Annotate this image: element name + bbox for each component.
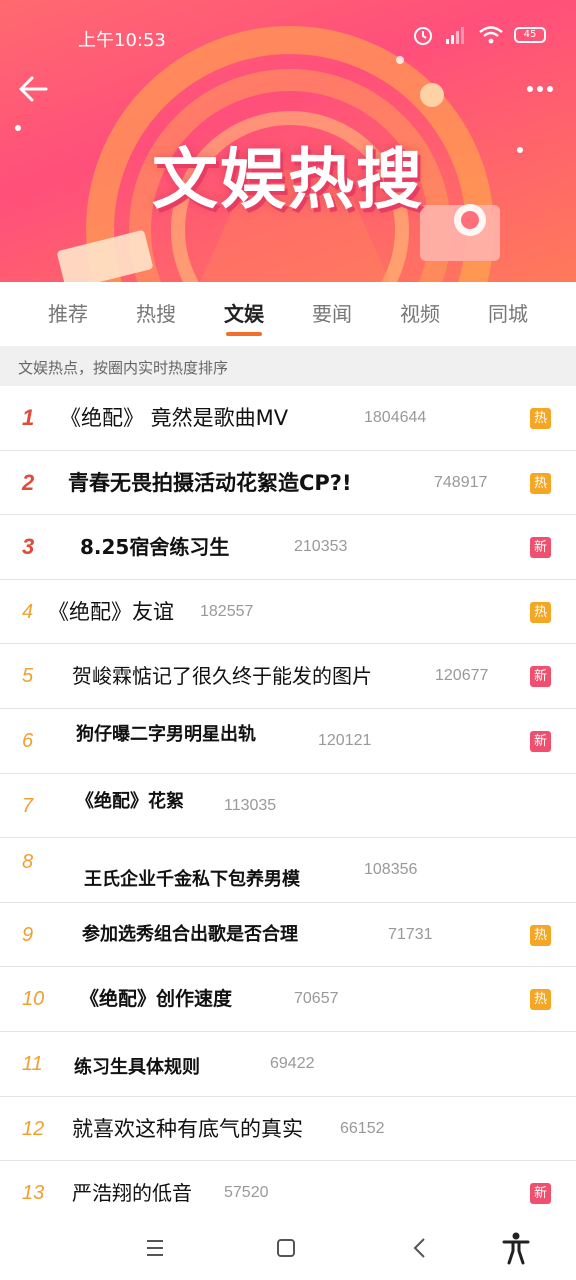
list-item[interactable]: 4 《绝配》友谊 182557 热 — [0, 579, 576, 645]
accessibility-button[interactable] — [498, 1230, 534, 1266]
rank-number: 2 — [22, 469, 35, 495]
item-title: 《绝配》花絮 — [76, 790, 184, 812]
item-title: 8.25宿舍练习生 — [80, 535, 230, 560]
list-item[interactable]: 12 就喜欢这种有底气的真实 66152 — [0, 1096, 576, 1162]
signal-icon — [446, 27, 464, 44]
rank-number: 11 — [22, 1052, 43, 1075]
item-heat-count: 748917 — [434, 473, 488, 491]
new-badge: 新 — [530, 1183, 551, 1205]
list-description: 文娱热点，按圈内实时热度排序 — [0, 346, 576, 386]
rank-number: 10 — [22, 988, 45, 1011]
system-back-button[interactable] — [402, 1230, 438, 1266]
item-heat-count: 120677 — [435, 667, 489, 685]
item-title: 就喜欢这种有底气的真实 — [72, 1116, 303, 1141]
header-banner: 上午10:53 45 文娱热搜 — [0, 0, 576, 282]
menu-icon — [147, 1240, 163, 1256]
more-button[interactable] — [520, 72, 560, 108]
tab-recommend[interactable]: 推荐 — [48, 282, 88, 342]
item-heat-count: 71731 — [388, 925, 433, 943]
status-time: 上午10:53 — [78, 30, 166, 51]
rank-number: 1 — [22, 405, 35, 430]
item-heat-count: 69422 — [270, 1054, 315, 1072]
item-heat-count: 182557 — [200, 602, 254, 620]
tab-local[interactable]: 同城 — [488, 282, 528, 342]
wifi-icon — [479, 26, 503, 44]
item-heat-count: 108356 — [364, 861, 418, 879]
system-navigation-bar — [0, 1212, 576, 1280]
banner-title: 文娱热搜 — [152, 141, 424, 218]
recent-apps-button[interactable] — [137, 1230, 173, 1266]
tab-video[interactable]: 视频 — [400, 282, 440, 342]
list-item[interactable]: 1 《绝配》 竟然是歌曲MV 1804644 热 — [0, 386, 576, 451]
item-title: 贺峻霖惦记了很久终于能发的图片 — [72, 664, 372, 689]
list-item[interactable]: 6 狗仔曝二字男明星出轨 120121 新 — [0, 708, 576, 774]
hot-badge: 热 — [530, 924, 551, 946]
status-bar: 上午10:53 45 — [0, 0, 576, 72]
rank-number: 12 — [22, 1117, 45, 1140]
hot-badge: 热 — [530, 408, 551, 429]
item-title: 《绝配》 竟然是歌曲MV — [60, 406, 289, 430]
back-chevron-icon — [413, 1238, 425, 1258]
rank-number: 7 — [22, 794, 34, 817]
status-icons: 45 — [412, 24, 546, 46]
new-badge: 新 — [530, 666, 551, 688]
item-title: 参加选秀组合出歌是否合理 — [82, 923, 298, 945]
hot-badge: 热 — [530, 989, 551, 1011]
item-heat-count: 210353 — [294, 538, 348, 556]
rank-number: 8 — [22, 851, 34, 874]
item-title: 《绝配》友谊 — [48, 599, 174, 624]
list-item[interactable]: 7 《绝配》花絮 113035 — [0, 773, 576, 839]
item-heat-count: 70657 — [294, 990, 339, 1008]
home-button[interactable] — [268, 1230, 304, 1266]
item-title: 青春无畏拍摄活动花絮造CP?! — [68, 470, 352, 495]
rank-number: 9 — [22, 923, 34, 946]
back-arrow-icon — [19, 76, 48, 102]
item-heat-count: 66152 — [340, 1119, 385, 1137]
list-item[interactable]: 2 青春无畏拍摄活动花絮造CP?! 748917 热 — [0, 450, 576, 516]
rank-number: 6 — [22, 729, 34, 752]
tab-entertainment[interactable]: 文娱 — [224, 282, 264, 342]
list-item[interactable]: 11 练习生具体规则 69422 — [0, 1031, 576, 1097]
battery-icon: 45 — [514, 27, 546, 43]
category-tabs: 推荐 热搜 文娱 要闻 视频 同城 — [0, 282, 576, 342]
hot-list: 1 《绝配》 竟然是歌曲MV 1804644 热 2 青春无畏拍摄活动花絮造CP… — [0, 386, 576, 1226]
alarm-icon — [414, 27, 432, 45]
hot-badge: 热 — [530, 601, 551, 623]
tab-news[interactable]: 要闻 — [312, 282, 352, 342]
list-item[interactable]: 10 《绝配》创作速度 70657 热 — [0, 967, 576, 1032]
item-title: 《绝配》创作速度 — [80, 988, 233, 1011]
home-square-icon — [277, 1239, 295, 1257]
rank-number: 3 — [22, 534, 35, 560]
item-heat-count: 120121 — [318, 731, 372, 749]
more-icon — [527, 86, 553, 92]
item-heat-count: 113035 — [224, 796, 277, 814]
item-heat-count: 1804644 — [364, 409, 427, 426]
list-item[interactable]: 9 参加选秀组合出歌是否合理 71731 热 — [0, 902, 576, 968]
tab-hot-search[interactable]: 热搜 — [136, 282, 176, 342]
accessibility-icon — [502, 1232, 530, 1265]
hot-badge: 热 — [530, 472, 551, 494]
back-button[interactable] — [14, 70, 54, 110]
item-title: 练习生具体规则 — [74, 1056, 200, 1078]
new-badge: 新 — [530, 537, 551, 559]
item-title: 狗仔曝二字男明星出轨 — [76, 723, 256, 745]
new-badge: 新 — [530, 730, 551, 752]
rank-number: 5 — [22, 665, 34, 688]
list-item[interactable]: 8 王氏企业千金私下包养男模 108356 — [0, 838, 576, 903]
list-item[interactable]: 3 8.25宿舍练习生 210353 新 — [0, 515, 576, 580]
list-item[interactable]: 5 贺峻霖惦记了很久终于能发的图片 120677 新 — [0, 644, 576, 709]
